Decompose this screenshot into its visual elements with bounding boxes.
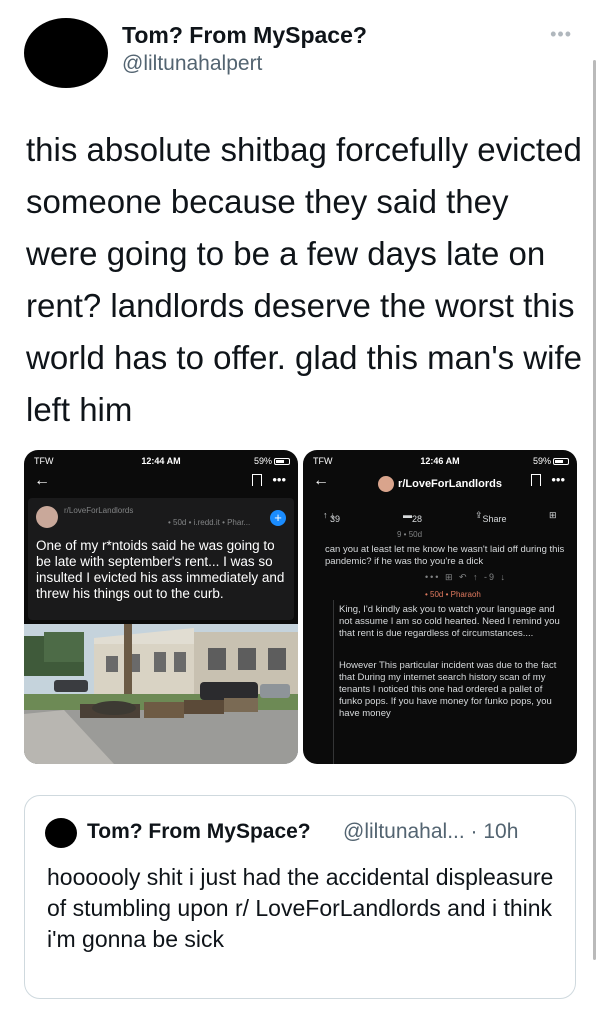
battery-icon [274,458,290,466]
reddit-navbar: ← ••• [24,472,298,496]
tweet-media[interactable]: TFW 12:44 AM 59% ← ••• r/LoveForLandlord… [24,450,577,764]
media-image-left[interactable]: TFW 12:44 AM 59% ← ••• r/LoveForLandlord… [24,450,298,764]
tweet-text: this absolute shitbag forcefully evicted… [26,131,582,428]
quoted-handle-time: @liltunahal... · 10h [343,820,519,843]
reply-text-1: King, I'd kindly ask you to watch your l… [339,604,560,639]
battery-percent: 59% [532,456,551,466]
post-title: One of my r*ntoids said he was going to … [36,538,285,601]
comment-count: ▬ 28 [403,510,423,524]
reddit-navbar: ← r/LoveForLandlords ••• [303,472,577,496]
avatar[interactable] [24,18,108,88]
bookmark-icon [531,474,541,486]
handle[interactable]: @liltunahalpert [122,52,262,76]
battery-percent: 59% [253,456,272,466]
comment-meta: 9 • 50d [397,530,423,539]
post-actions: ↑ 39 ↓ ▬ 28 ⇪ Share ⊞ [303,506,577,526]
subreddit-name: r/LoveForLandlords [398,477,502,490]
house-photo-illustration [24,624,298,764]
back-arrow-icon: ← [34,472,50,489]
subreddit-icon [378,476,395,492]
upvote-number: 39 [330,514,341,524]
quoted-avatar [45,818,77,848]
thread-line [333,600,334,764]
reply-meta: • 50d • Pharaoh [425,590,481,599]
subreddit-avatar [36,506,58,528]
quoted-display-name: Tom? From MySpace? [87,820,311,843]
more-icon: ••• [272,472,286,487]
post-meta: • 50d • i.redd.it • Phar... [168,518,251,527]
battery-icon [553,458,569,466]
share-label: Share [482,514,507,524]
comment-tools: ••• ⊞ ↶ ↑ -9 ↓ [425,572,508,582]
award-icon: ⊞ [549,510,557,520]
status-bar: TFW 12:46 AM 59% [303,450,577,472]
reddit-post: r/LoveForLandlords • 50d • i.redd.it • P… [28,498,294,620]
more-icon: ••• [551,472,565,487]
comment-text: can you at least let me know he wasn't l… [325,544,565,567]
quoted-text: hoooooly shit i just had the accidental … [47,864,554,952]
battery-indicator: 59% [533,456,569,466]
comment-number: 28 [412,514,423,524]
quoted-tweet[interactable]: Tom? From MySpace? @liltunahal... · 10h … [24,795,576,999]
upvote-count: ↑ 39 ↓ [323,510,341,524]
tweet-header: Tom? From MySpace? @liltunahalpert ••• [24,18,584,98]
subreddit-name: r/LoveForLandlords [64,506,134,515]
scrollbar[interactable] [593,60,596,960]
battery-indicator: 59% [254,456,290,466]
media-image-right[interactable]: TFW 12:46 AM 59% ← r/LoveForLandlords ••… [303,450,577,764]
bookmark-icon [252,474,262,486]
house-photo [24,624,298,764]
display-name[interactable]: Tom? From MySpace? [122,22,367,49]
status-bar: TFW 12:44 AM 59% [24,450,298,472]
reply-text-2: However This particular incident was due… [339,660,557,719]
share-button: ⇪ Share [475,510,507,524]
more-options-icon[interactable]: ••• [550,24,572,45]
join-plus-icon: + [270,510,286,526]
